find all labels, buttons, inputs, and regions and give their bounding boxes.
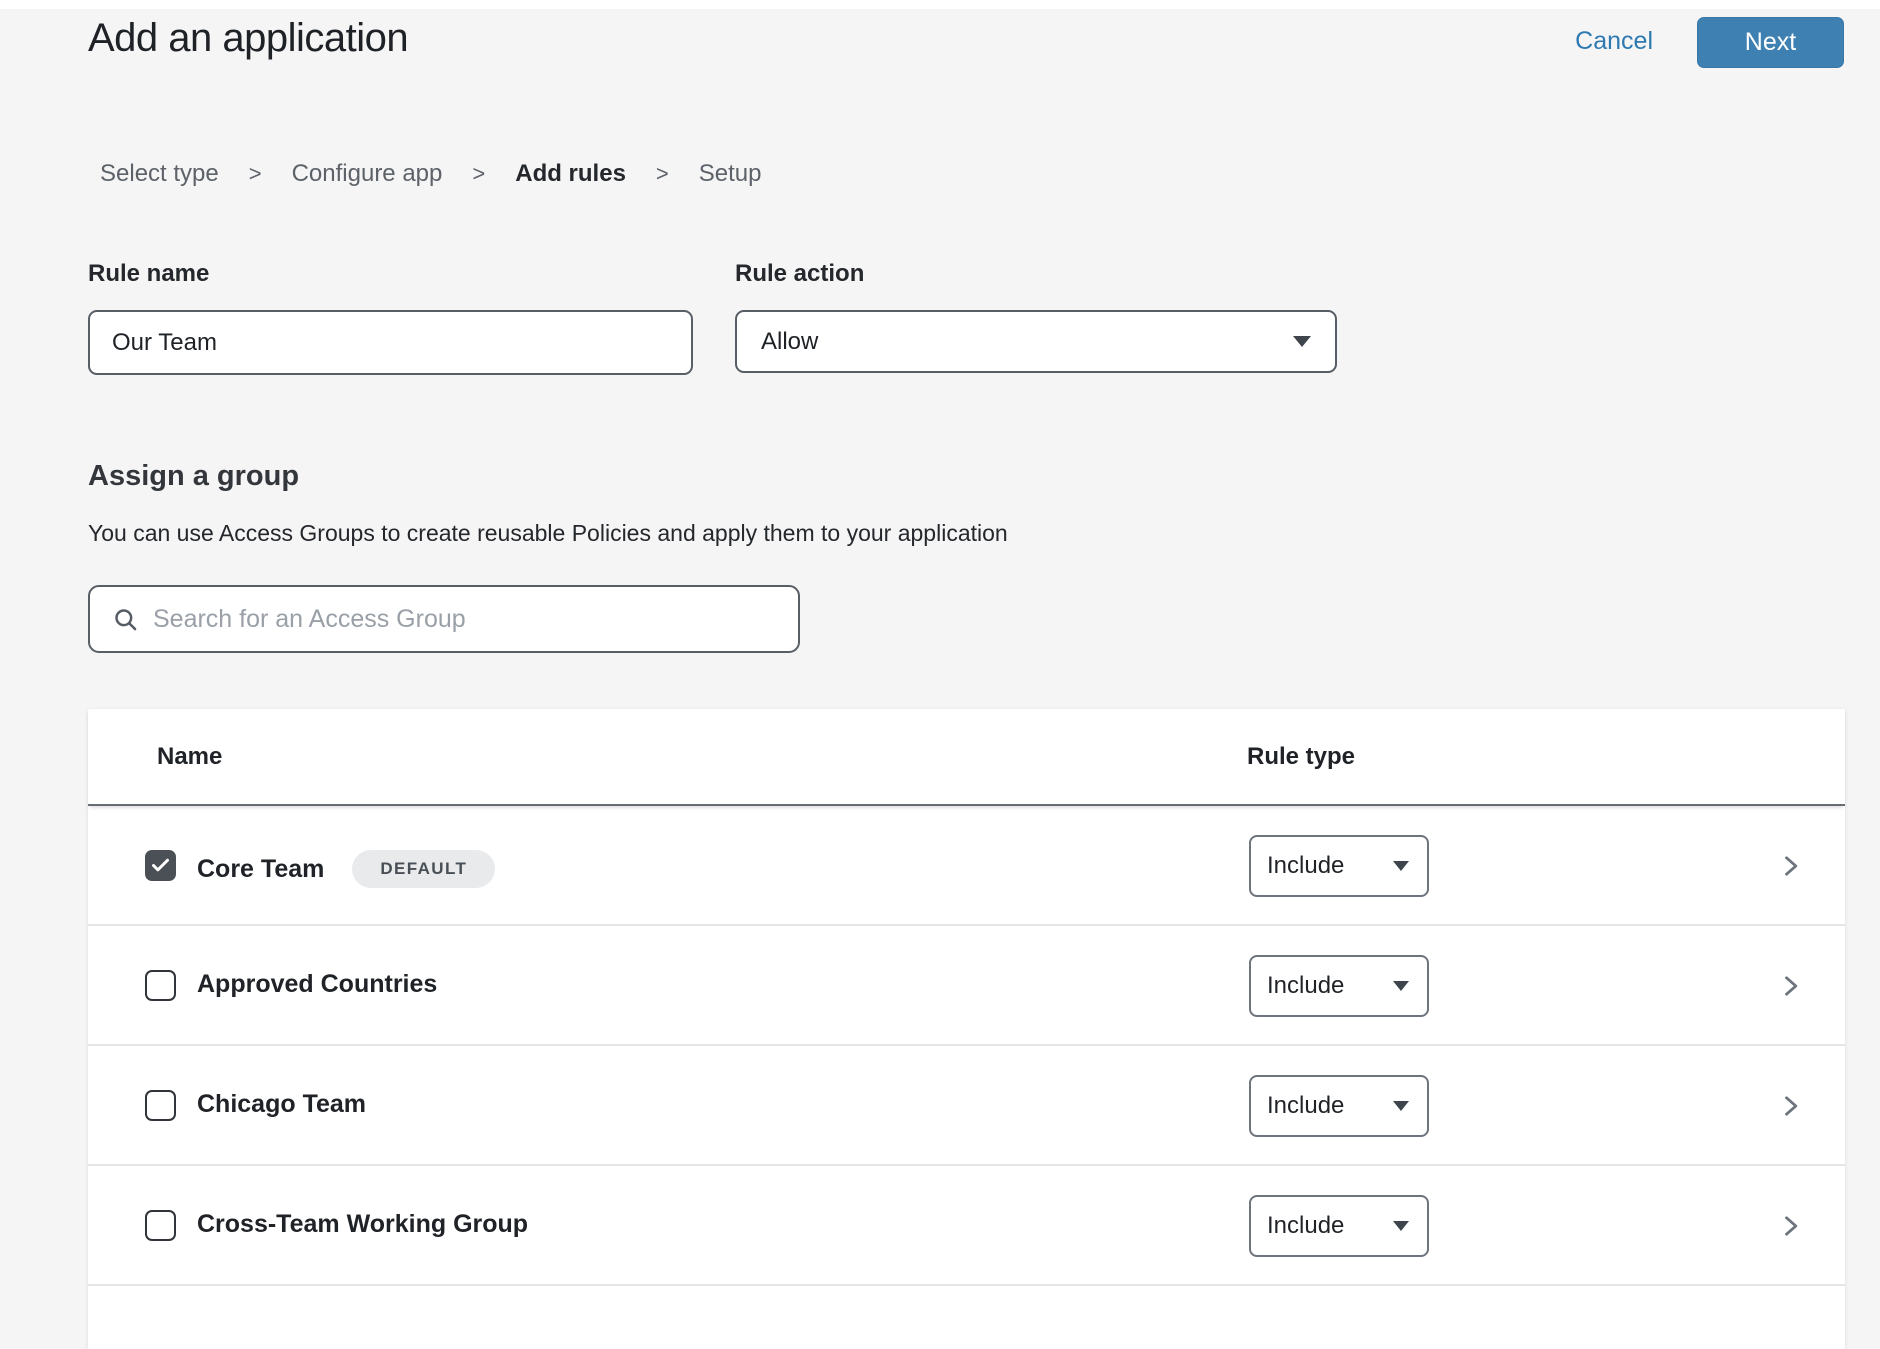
next-button[interactable]: Next [1697,17,1844,68]
rule-name-label: Rule name [88,260,693,288]
table-header: Name Rule type [88,709,1845,806]
rule-type-value: Include [1267,972,1344,1000]
rule-form: Rule name Rule action Allow [88,260,1880,375]
table-row: Chicago Team Include [88,1046,1845,1166]
row-checkbox[interactable] [145,1090,176,1121]
assign-group-heading: Assign a group [88,460,1880,493]
rule-type-value: Include [1267,1092,1344,1120]
table-row: Cross-Team Working Group Include [88,1166,1845,1286]
rule-type-value: Include [1267,852,1344,880]
rule-type-select[interactable]: Include [1249,1075,1429,1137]
group-name-cell: Chicago Team [197,1090,366,1119]
row-checkbox[interactable] [145,850,176,881]
table-row: Core Team DEFAULT Include [88,806,1845,926]
group-table-body: Core Team DEFAULT Include Approved Count… [88,806,1845,1286]
checkmark-icon [150,855,171,876]
caret-down-icon [1393,981,1409,991]
group-name: Cross-Team Working Group [197,1210,528,1239]
rule-name-input[interactable] [88,310,693,375]
header-actions: Cancel Next [1575,14,1844,68]
caret-down-icon [1293,336,1311,347]
caret-down-icon [1393,1221,1409,1231]
breadcrumb-step-add-rules[interactable]: Add rules [515,160,626,188]
breadcrumb: Select type > Configure app > Add rules … [100,160,1880,188]
breadcrumb-step-select-type[interactable]: Select type [100,160,219,188]
row-checkbox[interactable] [145,1210,176,1241]
group-name: Core Team [197,855,324,884]
column-header-name: Name [157,743,222,771]
default-badge: DEFAULT [352,850,495,888]
rule-action-label: Rule action [735,260,1337,288]
breadcrumb-separator: > [656,161,669,187]
rule-type-select[interactable]: Include [1249,835,1429,897]
assign-group-description: You can use Access Groups to create reus… [88,520,1880,547]
rule-name-field-group: Rule name [88,260,693,375]
group-name: Chicago Team [197,1090,366,1119]
rule-type-value: Include [1267,1212,1344,1240]
chevron-right-icon[interactable] [1776,972,1804,1000]
page-header: Add an application Cancel Next [0,0,1880,68]
breadcrumb-separator: > [472,161,485,187]
top-edge [0,0,1880,9]
rule-action-value: Allow [761,328,818,356]
row-checkbox[interactable] [145,970,176,1001]
breadcrumb-separator: > [249,161,262,187]
rule-action-select[interactable]: Allow [735,310,1337,373]
chevron-right-icon[interactable] [1776,1092,1804,1120]
rule-action-field-group: Rule action Allow [735,260,1337,375]
group-name: Approved Countries [197,970,437,999]
breadcrumb-step-configure-app[interactable]: Configure app [292,160,443,188]
table-row: Approved Countries Include [88,926,1845,1046]
breadcrumb-step-setup[interactable]: Setup [699,160,762,188]
group-name-cell: Approved Countries [197,970,437,999]
group-name-cell: Cross-Team Working Group [197,1210,528,1239]
access-group-search[interactable] [88,585,800,653]
page-title: Add an application [88,14,408,62]
search-input[interactable] [153,587,784,651]
chevron-right-icon[interactable] [1776,852,1804,880]
access-group-table: Name Rule type Core Team DEFAULT Include [88,709,1845,1349]
rule-type-select[interactable]: Include [1249,955,1429,1017]
rule-type-select[interactable]: Include [1249,1195,1429,1257]
chevron-right-icon[interactable] [1776,1212,1804,1240]
group-name-cell: Core Team DEFAULT [197,850,495,888]
caret-down-icon [1393,861,1409,871]
search-icon [112,606,139,633]
caret-down-icon [1393,1101,1409,1111]
column-header-rule-type: Rule type [1247,743,1355,771]
cancel-button[interactable]: Cancel [1575,16,1653,66]
